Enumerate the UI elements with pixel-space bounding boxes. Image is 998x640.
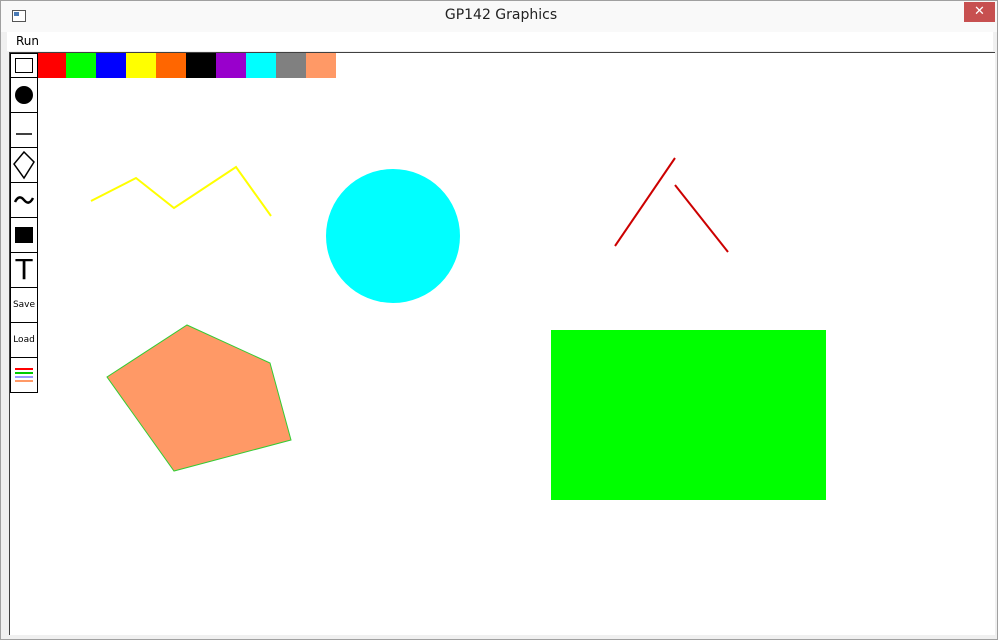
cyan-circle <box>326 169 460 303</box>
color-swatch-purple[interactable] <box>216 53 246 78</box>
yellow-polyline <box>90 165 272 217</box>
color-swatch-green[interactable] <box>66 53 96 78</box>
colored-lines-icon <box>15 368 33 382</box>
text-tool[interactable]: T <box>10 252 38 288</box>
green-rectangle <box>551 330 826 500</box>
color-swatch-peach[interactable] <box>306 53 336 78</box>
text-t-icon: T <box>15 253 33 286</box>
polygon-tool[interactable] <box>10 147 38 183</box>
diamond-outline-icon <box>13 150 35 180</box>
save-tool[interactable]: Save <box>10 287 38 323</box>
line-icon <box>16 133 32 135</box>
filled-circle-tool[interactable] <box>10 77 38 113</box>
color-swatch-blue[interactable] <box>96 53 126 78</box>
color-swatch-red[interactable] <box>36 53 66 78</box>
app-window: GP142 Graphics ✕ Run T Save Load <box>0 0 998 640</box>
tilde-icon <box>13 196 35 204</box>
color-swatch-black[interactable] <box>186 53 216 78</box>
color-swatch-gray[interactable] <box>276 53 306 78</box>
close-button[interactable]: ✕ <box>964 2 995 22</box>
save-label: Save <box>12 300 36 310</box>
title-bar: GP142 Graphics ✕ <box>1 1 997 32</box>
drawing-layer <box>90 157 826 500</box>
line-width-tool[interactable] <box>10 357 38 393</box>
menu-bar: Run <box>7 32 993 51</box>
drawing-canvas[interactable]: T Save Load <box>9 52 995 635</box>
color-swatch-yellow[interactable] <box>126 53 156 78</box>
rect-outline-icon <box>15 58 33 73</box>
line-tool[interactable] <box>10 112 38 148</box>
filled-rectangle-tool[interactable] <box>10 217 38 253</box>
red-line-right <box>674 184 729 253</box>
filled-square-icon <box>15 227 33 243</box>
rectangle-outline-tool[interactable] <box>10 53 38 78</box>
menu-run[interactable]: Run <box>16 34 39 48</box>
orange-pentagon <box>106 324 292 472</box>
red-line-left <box>614 157 676 247</box>
load-label: Load <box>13 335 35 345</box>
window-title: GP142 Graphics <box>444 7 558 23</box>
filled-circle-icon <box>15 86 33 104</box>
color-swatch-orange[interactable] <box>156 53 186 78</box>
color-swatch-cyan[interactable] <box>246 53 276 78</box>
freehand-tool[interactable] <box>10 182 38 218</box>
load-tool[interactable]: Load <box>10 322 38 358</box>
